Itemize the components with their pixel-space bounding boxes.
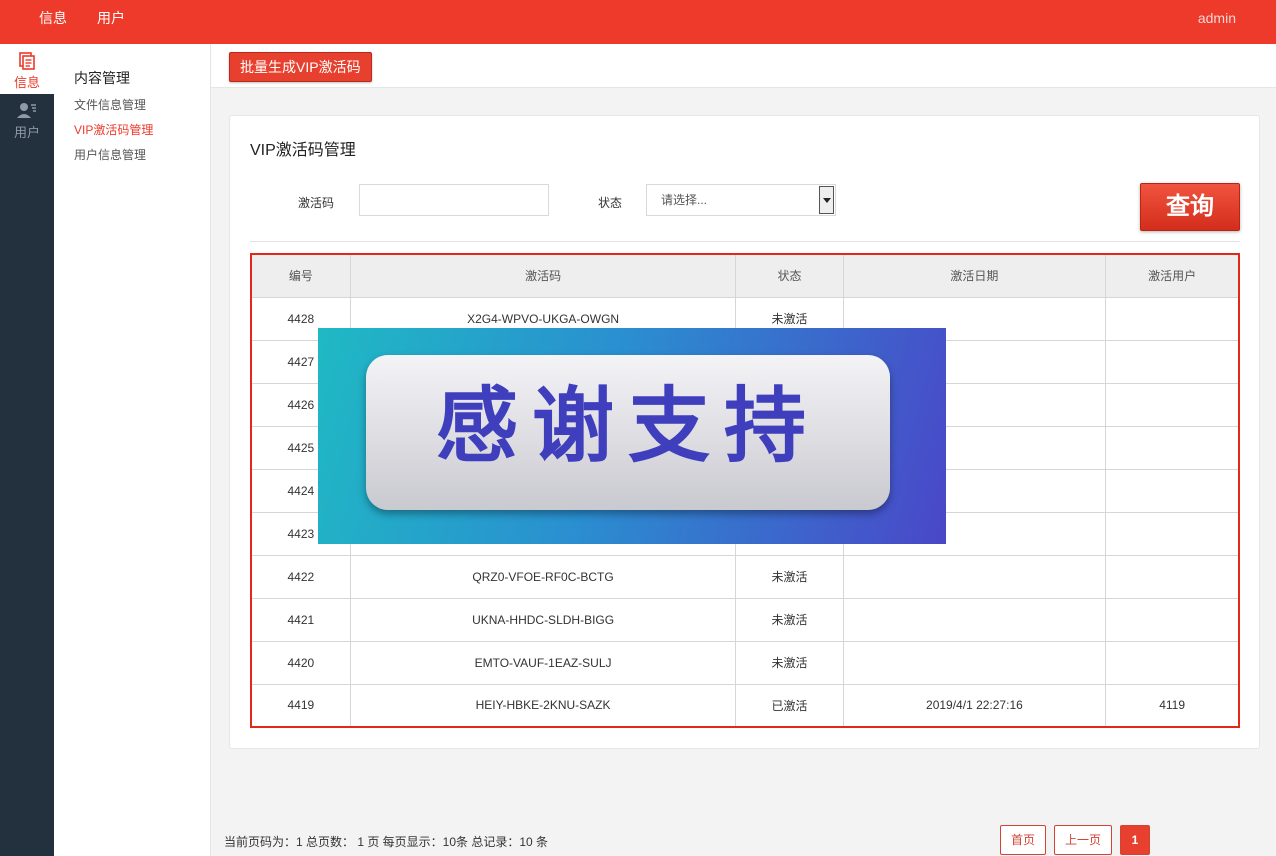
query-button[interactable]: 查询	[1140, 183, 1240, 231]
cell-id: 4421	[250, 597, 351, 642]
column-header-id: 编号	[250, 253, 351, 298]
rail-item-user[interactable]: 用户	[0, 94, 54, 144]
cell-date: 2019/4/1 22:27:16	[842, 683, 1107, 728]
submenu-title: 内容管理	[74, 70, 130, 86]
column-header-user: 激活用户	[1105, 253, 1240, 298]
table-row: 4422 QRZ0-VFOE-RF0C-BCTG 未激活	[250, 554, 1240, 599]
cell-status: 未激活	[735, 554, 844, 599]
top-nav-user[interactable]: 用户	[97, 0, 125, 44]
toolbar: 批量生成VIP激活码	[211, 44, 1276, 88]
cell-user	[1105, 468, 1240, 513]
table-row: 4420 EMTO-VAUF-1EAZ-SULJ 未激活	[250, 640, 1240, 685]
column-header-status: 状态	[735, 253, 844, 298]
table-header-row: 编号 激活码 状态 激活日期 激活用户	[250, 253, 1240, 298]
cell-date	[842, 597, 1107, 642]
cell-date	[842, 554, 1107, 599]
cell-code: UKNA-HHDC-SLDH-BIGG	[349, 597, 737, 642]
page-title: VIP激活码管理	[250, 142, 356, 159]
cell-user	[1105, 554, 1240, 599]
chevron-down-icon[interactable]	[819, 186, 834, 214]
cell-id: 4422	[250, 554, 351, 599]
cell-user	[1105, 640, 1240, 685]
thanks-banner: 感谢支持	[318, 328, 946, 544]
status-select[interactable]: 请选择...	[646, 184, 836, 216]
submenu-item-file-info[interactable]: 文件信息管理	[74, 96, 146, 113]
cell-status: 已激活	[735, 683, 844, 728]
table-row: 4421 UKNA-HHDC-SLDH-BIGG 未激活	[250, 597, 1240, 642]
submenu: 内容管理 文件信息管理 VIP激活码管理 用户信息管理	[54, 44, 211, 856]
cell-user	[1105, 382, 1240, 427]
pager-info: 当前页码为：1 总页数： 1 页 每页显示：10条 总记录：10 条	[224, 835, 549, 849]
divider	[250, 241, 1240, 242]
cell-code: EMTO-VAUF-1EAZ-SULJ	[349, 640, 737, 685]
cell-code: QRZ0-VFOE-RF0C-BCTG	[349, 554, 737, 599]
code-input[interactable]	[359, 184, 549, 216]
cell-id: 4420	[250, 640, 351, 685]
cell-user	[1105, 425, 1240, 470]
column-header-code: 激活码	[349, 253, 737, 298]
table-row: 4419 HEIY-HBKE-2KNU-SAZK 已激活 2019/4/1 22:27…	[250, 683, 1240, 728]
top-bar: 信息 用户 admin	[0, 0, 1276, 44]
batch-generate-button[interactable]: 批量生成VIP激活码	[229, 52, 372, 82]
current-user[interactable]: admin	[1198, 0, 1236, 36]
cell-user	[1105, 597, 1240, 642]
rail-item-label: 信息	[13, 75, 40, 90]
cell-user	[1105, 339, 1240, 384]
first-page-button[interactable]: 首页	[1000, 825, 1046, 855]
cell-code: HEIY-HBKE-2KNU-SAZK	[349, 683, 737, 728]
prev-page-button[interactable]: 上一页	[1054, 825, 1112, 855]
cell-user	[1105, 296, 1240, 341]
cell-status: 未激活	[735, 640, 844, 685]
status-label: 状态	[598, 196, 623, 210]
banner-text: 感谢支持	[435, 379, 820, 474]
icon-rail: 信息 用户	[0, 44, 54, 856]
cell-id: 4419	[250, 683, 351, 728]
code-label: 激活码	[298, 196, 335, 210]
submenu-item-vip-codes[interactable]: VIP激活码管理	[74, 121, 153, 138]
cell-user: 4119	[1105, 683, 1240, 728]
page-number-current[interactable]: 1	[1120, 825, 1150, 855]
rail-item-info[interactable]: 信息	[0, 44, 54, 94]
submenu-item-user-info[interactable]: 用户信息管理	[74, 146, 146, 163]
document-icon	[19, 52, 35, 70]
top-nav-info[interactable]: 信息	[39, 0, 67, 44]
column-header-date: 激活日期	[842, 253, 1107, 298]
cell-status: 未激活	[735, 597, 844, 642]
rail-item-label: 用户	[13, 125, 40, 140]
cell-date	[842, 640, 1107, 685]
banner-plate: 感谢支持	[366, 355, 890, 510]
user-list-icon	[17, 103, 36, 118]
cell-user	[1105, 511, 1240, 556]
status-select-value: 请选择...	[661, 193, 708, 207]
